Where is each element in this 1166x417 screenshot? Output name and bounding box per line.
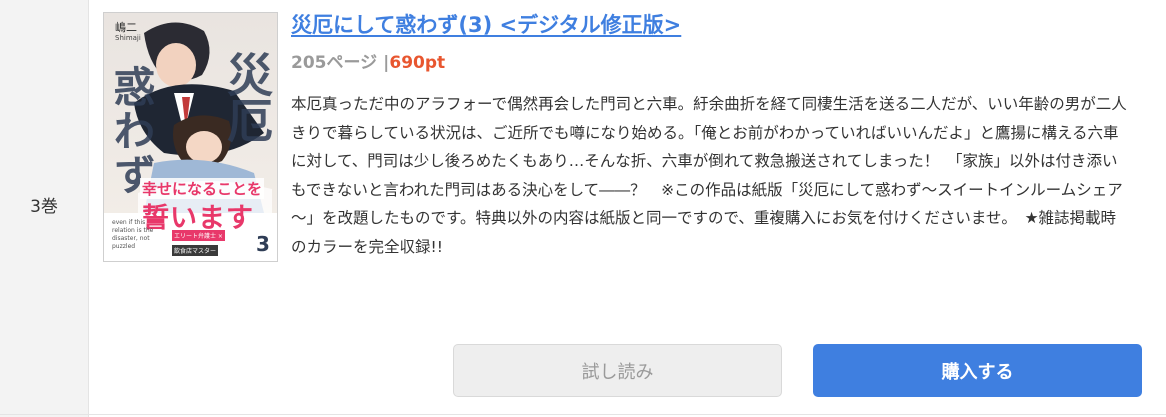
book-description: 本厄真っただ中のアラフォーで偶然再会した門司と六車。紆余曲折を経て同棲生活を送る…	[291, 95, 1127, 256]
volume-label: 3巻	[30, 197, 58, 217]
book-cover[interactable]: 嶋二 Shimaji 惑わず 災厄 幸せになることを 誓います even if …	[103, 12, 278, 262]
price: 690pt	[389, 53, 446, 73]
cover-sub-label-2: 飲食店マスター	[172, 245, 219, 256]
trial-read-button[interactable]: 試し読み	[453, 344, 782, 397]
cover-volume-number: 3	[256, 232, 270, 256]
buy-button[interactable]: 購入する	[813, 344, 1142, 397]
row-divider	[0, 414, 1166, 415]
book-title-link[interactable]: 災厄にして惑わず(3) <デジタル修正版>	[291, 9, 681, 39]
cover-title-part2: 災厄	[220, 51, 274, 143]
page-count: 205ページ	[291, 53, 378, 73]
cover-english-blurb: even if this relation is the disaster, n…	[112, 219, 154, 250]
volume-column: 3巻	[0, 0, 89, 417]
book-meta: 205ページ |690pt	[291, 48, 445, 73]
cover-author-en: Shimaji	[115, 34, 141, 42]
cover-author: 嶋二	[115, 21, 137, 34]
cover-sub-label-1: エリート弁護士 ×	[172, 230, 225, 241]
